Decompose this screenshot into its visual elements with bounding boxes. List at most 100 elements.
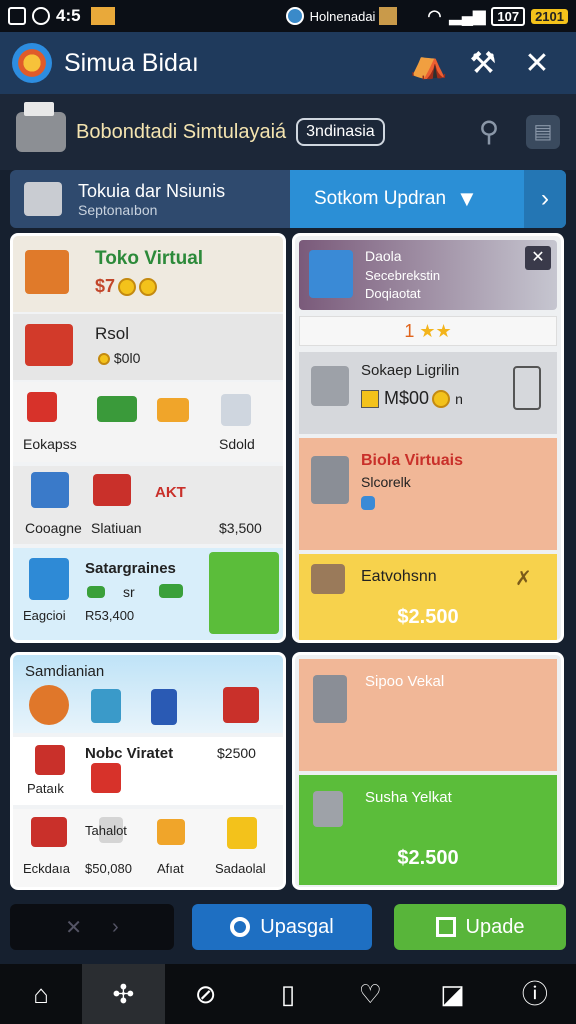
- cart-icon[interactable]: [209, 552, 279, 634]
- chevron-right-icon[interactable]: ›: [524, 170, 566, 228]
- bottom-price: $50,080: [85, 861, 132, 876]
- close-icon[interactable]: ✕: [525, 246, 551, 270]
- row-price: R53,400: [85, 608, 135, 623]
- upload-button[interactable]: Upasgal: [192, 904, 372, 950]
- item-title: Biola Virtuais: [361, 452, 463, 469]
- akt-label: AKT: [155, 484, 186, 501]
- item-title: Susha Yelkat: [365, 789, 452, 806]
- item-price: $2.500: [397, 606, 459, 628]
- receipt-icon[interactable]: [227, 817, 257, 849]
- crate-icon[interactable]: [223, 687, 259, 723]
- compass-icon[interactable]: ⊘: [165, 964, 247, 1024]
- app-logo: [12, 43, 52, 83]
- rating: 1 ★★: [299, 316, 557, 346]
- item-title: Nobc Viratet: [85, 745, 174, 762]
- featured-card: Sipoo Vekal Susha Yelkat $2.500: [292, 652, 564, 890]
- banner-action[interactable]: Sotkom Updran ▼ ›: [290, 170, 566, 228]
- tray-icon[interactable]: [157, 398, 189, 422]
- crate-icon[interactable]: [93, 474, 131, 506]
- product-item-2[interactable]: Biola Virtuais Slcorelk: [299, 438, 557, 550]
- sync-icon: [32, 7, 50, 25]
- heart-icon[interactable]: ♡: [329, 964, 411, 1024]
- close-icon[interactable]: ✕: [65, 915, 82, 940]
- bag-icon: [35, 745, 65, 775]
- tools-icon[interactable]: ⚒: [456, 46, 510, 81]
- category-row-2: AKT Cooagne Slatiuan $3,500: [13, 466, 283, 544]
- chevron-down-icon: ▼: [456, 186, 478, 211]
- product-item-3[interactable]: Eatvohsnn ✗ $2.500: [299, 554, 557, 640]
- item-label: Pataık: [27, 781, 64, 796]
- server-icon: [313, 791, 343, 827]
- category-row-3[interactable]: Satargraines sr Eagcioi R53,400: [13, 548, 283, 640]
- shop-row[interactable]: Toko Virtual $7: [13, 236, 283, 312]
- language-chip[interactable]: 3ndinasia: [296, 118, 385, 146]
- shop-icon: [25, 250, 69, 294]
- banner-info: Tokuia dar Nsiunis Septonaıbon: [10, 170, 290, 228]
- home-icon[interactable]: ⌂: [0, 964, 82, 1024]
- window-icon[interactable]: ▤: [526, 115, 560, 149]
- item-title: Sokaep Ligrilin: [361, 362, 460, 379]
- banner-title: Tokuia dar Nsiunis: [78, 180, 226, 201]
- leaf-icon[interactable]: [29, 685, 69, 725]
- printer-icon: [16, 102, 66, 152]
- row-title: Satargraines: [85, 560, 176, 577]
- item-title: Eatvohsnn: [361, 568, 437, 585]
- crate-icon: [311, 564, 345, 594]
- document-icon[interactable]: ▯: [247, 964, 329, 1024]
- card-icon[interactable]: [31, 817, 67, 847]
- update-button[interactable]: Upade: [394, 904, 566, 950]
- upload-button-label: Upasgal: [260, 915, 334, 938]
- wifi-icon: ◠: [427, 8, 442, 25]
- featured-item-1[interactable]: Sipoo Vekal: [299, 659, 557, 771]
- item-row[interactable]: Rsol $0l0: [13, 314, 283, 380]
- box-icon[interactable]: [31, 472, 69, 508]
- camera-icon: [230, 917, 251, 937]
- catalog-item[interactable]: Pataık Nobc Viratet $2500: [13, 737, 283, 805]
- puzzle-icon[interactable]: ✣: [82, 964, 165, 1024]
- gift-icon[interactable]: [27, 392, 57, 422]
- bottom-nav: ⌂ ✣ ⊘ ▯ ♡ ◪ ⓘ: [0, 964, 576, 1024]
- featured-item-2[interactable]: Susha Yelkat $2.500: [299, 775, 557, 885]
- user-icon[interactable]: ⚲: [472, 115, 506, 149]
- shop-icon[interactable]: ⛺: [402, 46, 456, 81]
- item-price: $2500: [217, 745, 256, 761]
- catalog-card: Samdianian Pataık Nobc Viratet $2500 Eck…: [10, 652, 286, 890]
- cash-icon: [87, 586, 105, 598]
- banner-action-label: Sotkom Updran: [314, 188, 447, 209]
- status-notification-text: Holnenadai: [309, 8, 376, 24]
- category-label: Sdold: [219, 436, 255, 452]
- tag-icon[interactable]: [157, 819, 185, 845]
- product-title: Daola: [365, 248, 402, 264]
- product-header: Daola Secebrekstin Doqiaotat ✕: [299, 240, 557, 310]
- plant-icon[interactable]: [97, 396, 137, 422]
- check-icon: [435, 917, 456, 937]
- app-bar: Simua Bidaı ⛺ ⚒ ✕: [0, 32, 576, 94]
- info-icon[interactable]: ⓘ: [494, 964, 576, 1024]
- server-icon: [311, 366, 349, 406]
- gift-icon[interactable]: [91, 689, 121, 723]
- tool-icon: ✗: [515, 568, 532, 590]
- product-subtitle: Secebrekstin: [365, 268, 441, 283]
- bottom-label: Eckdaıa: [23, 861, 70, 876]
- server-icon: [313, 675, 347, 723]
- door-icon: [513, 366, 541, 410]
- item-price: $0l0: [95, 350, 140, 366]
- product-item-1[interactable]: Sokaep Ligrilin M$00 n: [299, 352, 557, 434]
- row-short: sr: [123, 584, 135, 600]
- product-card: Daola Secebrekstin Doqiaotat ✕ 1 ★★ Soka…: [292, 233, 564, 643]
- flag-icon[interactable]: [151, 689, 177, 725]
- catalog-title: Samdianian: [25, 663, 105, 680]
- category-label: Cooagne: [25, 520, 82, 536]
- row-label: Eagcioi: [23, 608, 66, 623]
- action-bar: ✕ › Upasgal Upade: [0, 898, 576, 958]
- cube-icon: [361, 496, 375, 510]
- envelope-icon: [90, 7, 115, 25]
- image-notification-icon: [8, 7, 26, 25]
- category-label: Eokapss: [23, 436, 77, 452]
- chevron-right-icon[interactable]: ›: [112, 916, 119, 939]
- close-icon[interactable]: ✕: [510, 46, 564, 81]
- edit-icon[interactable]: ◪: [411, 964, 493, 1024]
- document-icon[interactable]: [221, 394, 251, 426]
- promo-banner: Tokuia dar Nsiunis Septonaıbon Sotkom Up…: [10, 170, 566, 228]
- store-card: Toko Virtual $7 Rsol $0l0 Eokapss Sdold …: [10, 233, 286, 643]
